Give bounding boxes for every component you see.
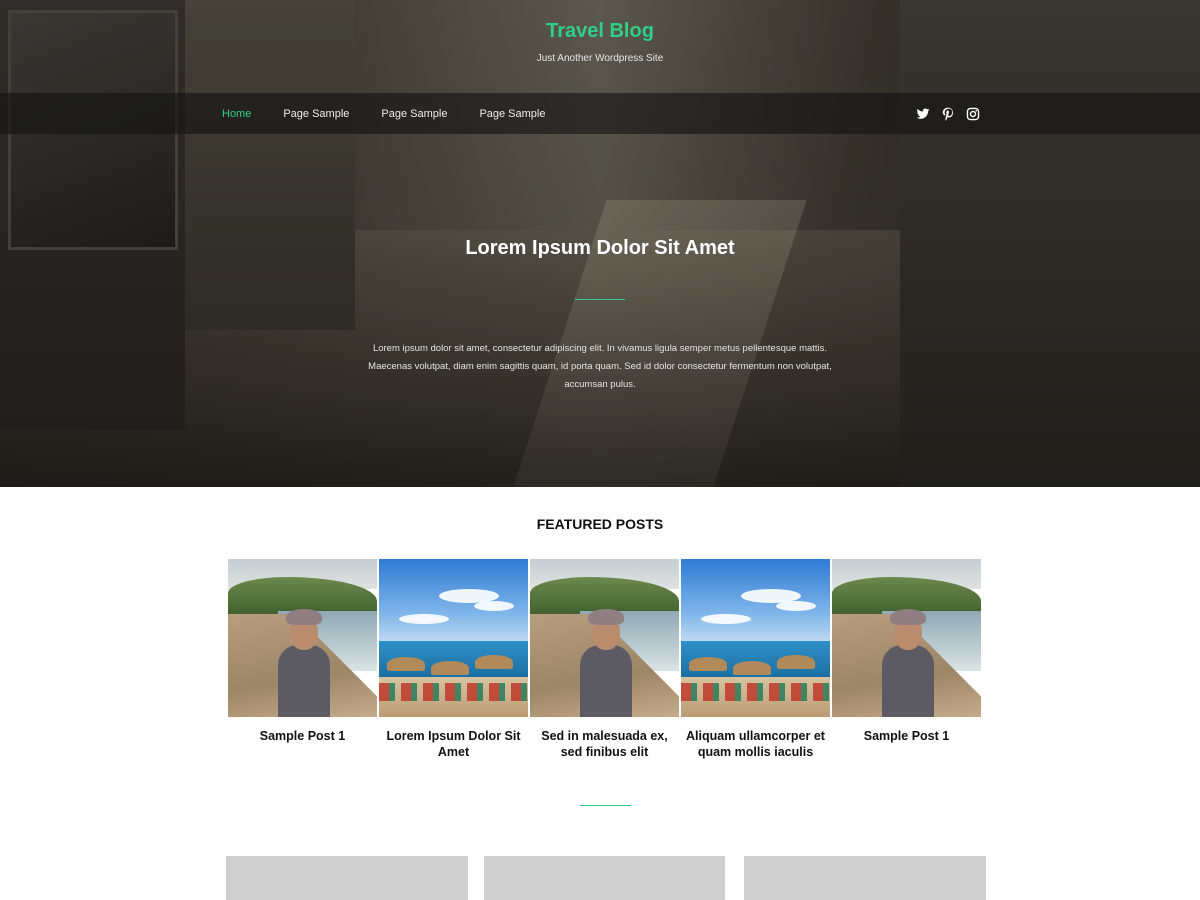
nav-item-page-sample[interactable]: Page Sample (479, 108, 545, 120)
hero-banner: Travel Blog Just Another Wordpress Site … (0, 0, 1200, 487)
featured-post-card[interactable]: Sample Post 1 (228, 559, 377, 744)
post-card-placeholder[interactable] (484, 856, 725, 900)
featured-post-card[interactable]: Lorem Ipsum Dolor Sit Amet (379, 559, 528, 760)
post-title[interactable]: Sample Post 1 (832, 728, 981, 744)
site-title[interactable]: Travel Blog (0, 20, 1200, 43)
pinterest-icon[interactable] (941, 107, 955, 121)
post-thumbnail[interactable] (530, 559, 679, 717)
hero-divider (575, 299, 625, 300)
hero-heading: Lorem Ipsum Dolor Sit Amet (465, 237, 735, 259)
featured-post-card[interactable]: Sample Post 1 (832, 559, 981, 744)
social-links (916, 93, 991, 134)
post-card-placeholder[interactable] (744, 856, 986, 900)
post-title[interactable]: Sed in malesuada ex, sed finibus elit (530, 728, 679, 760)
post-card-placeholder[interactable] (226, 856, 468, 900)
post-thumbnail[interactable] (832, 559, 981, 717)
instagram-icon[interactable] (966, 107, 980, 121)
post-title[interactable]: Aliquam ullamcorper et quam mollis iacul… (681, 728, 830, 760)
main-navbar: Home Page Sample Page Sample Page Sample (0, 93, 1200, 134)
post-title[interactable]: Sample Post 1 (228, 728, 377, 744)
post-thumbnail[interactable] (379, 559, 528, 717)
nav-menu: Home Page Sample Page Sample Page Sample (222, 93, 577, 134)
nav-item-page-sample[interactable]: Page Sample (283, 108, 349, 120)
featured-post-card[interactable]: Sed in malesuada ex, sed finibus elit (530, 559, 679, 760)
post-thumbnail[interactable] (681, 559, 830, 717)
nav-item-page-sample[interactable]: Page Sample (381, 108, 447, 120)
hero-text: Lorem ipsum dolor sit amet, consectetur … (368, 343, 832, 390)
section-divider (580, 805, 631, 806)
nav-item-home[interactable]: Home (222, 108, 251, 120)
featured-post-card[interactable]: Aliquam ullamcorper et quam mollis iacul… (681, 559, 830, 760)
featured-posts-title: FEATURED POSTS (536, 516, 664, 532)
post-title[interactable]: Lorem Ipsum Dolor Sit Amet (379, 728, 528, 760)
site-tagline: Just Another Wordpress Site (536, 53, 664, 64)
twitter-icon[interactable] (916, 107, 930, 121)
featured-posts-list: Sample Post 1 Lorem Ipsum Dolor Sit Amet… (228, 559, 981, 769)
post-thumbnail[interactable] (228, 559, 377, 717)
